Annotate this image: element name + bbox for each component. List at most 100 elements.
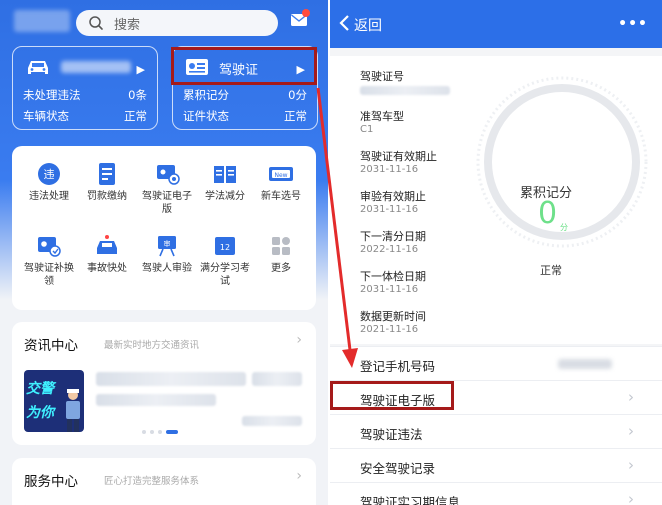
service-study[interactable]: 学法减分	[196, 162, 254, 203]
field-label: 下一清分日期	[360, 230, 426, 243]
service-label: 罚款缴纳	[87, 191, 127, 202]
points-value: 0分	[288, 88, 307, 102]
service-label: 新车选号	[261, 191, 301, 202]
field-value: 2022-11-16	[360, 244, 419, 255]
more-menu-icon[interactable]: •••	[618, 16, 648, 32]
field-label: 驾驶证号	[360, 70, 404, 83]
chevron-right-icon: ›	[296, 332, 302, 348]
violation-icon: 违	[38, 163, 60, 185]
menu-probation[interactable]: 驾驶证实习期信息 ›	[330, 482, 662, 505]
field-label: 驾驶证有效期止	[360, 150, 437, 163]
chevron-right-icon: ›	[628, 388, 634, 406]
svg-text:12: 12	[220, 243, 230, 252]
service-center-title: 服务中心	[24, 474, 78, 490]
license-status-label: 证件状态	[183, 109, 229, 123]
news-subtitle: 最新实时地方交通资讯	[104, 340, 200, 351]
violations-label: 未处理违法	[23, 88, 81, 102]
carousel-indicator	[142, 430, 178, 434]
thumbnail-text: 交警	[26, 381, 54, 397]
service-label: 驾驶证电子版	[142, 191, 192, 215]
highlight-box-e-license	[330, 381, 454, 410]
field-value: C1	[360, 124, 374, 135]
menu-violations[interactable]: 驾驶证违法 ›	[330, 414, 662, 448]
more-icon	[272, 237, 290, 255]
field-label: 下一体检日期	[360, 270, 426, 283]
service-grid: 违 违法处理 罚款缴纳 驾驶证电子版 学法减分 New 新车选号 驾驶证补换领 …	[12, 146, 316, 310]
highlight-box-license	[171, 47, 317, 85]
chevron-right-icon: ▶	[136, 63, 145, 76]
police-figure-icon	[66, 389, 80, 432]
field-value: 2031-11-16	[360, 284, 419, 295]
license-renew-icon	[38, 237, 61, 257]
service-exam[interactable]: 12 满分学习考试	[196, 234, 254, 288]
service-label: 学法减分	[205, 191, 245, 202]
top-bar: 搜索	[0, 0, 328, 44]
license-detail-screen: 返回 ••• 驾驶证号 准驾车型 C1 驾驶证有效期止 2031-11-16 审…	[330, 0, 662, 505]
service-violation[interactable]: 违 违法处理	[20, 162, 78, 203]
service-label: 更多	[271, 263, 291, 274]
svg-text:审: 审	[164, 239, 171, 248]
menu-safe-driving[interactable]: 安全驾驶记录 ›	[330, 448, 662, 482]
fine-icon	[99, 163, 115, 185]
chevron-right-icon: ›	[628, 456, 634, 474]
service-accident[interactable]: 事故快处	[78, 234, 136, 275]
service-center-subtitle: 匠心打造完整服务体系	[104, 476, 200, 487]
vehicle-status-value: 正常	[124, 109, 147, 123]
chevron-right-icon: ›	[628, 490, 634, 505]
search-input[interactable]: 搜索	[76, 10, 278, 36]
gauge-status: 正常	[540, 264, 562, 277]
menu-label: 登记手机号码	[360, 359, 436, 374]
location-blurred	[14, 10, 70, 32]
news-title: 资讯中心	[24, 338, 78, 354]
back-button[interactable]: 返回	[354, 15, 382, 35]
license-number-blurred	[360, 86, 450, 95]
news-center[interactable]: 资讯中心 最新实时地方交通资讯 › 交警 为你	[12, 322, 316, 445]
license-status-value: 正常	[284, 109, 307, 123]
phone-number-blurred	[558, 359, 612, 369]
news-headline-blurred	[96, 394, 216, 406]
service-new-plate[interactable]: New 新车选号	[252, 162, 310, 203]
notification-badge	[302, 9, 310, 17]
news-headline-blurred	[96, 372, 246, 386]
menu-label: 驾驶证实习期信息	[360, 495, 461, 505]
field-value: 2021-11-16	[360, 324, 419, 335]
service-driver-review[interactable]: 审 驾驶人审验	[138, 234, 196, 275]
service-label: 驾驶人审验	[142, 263, 192, 274]
field-label: 准驾车型	[360, 110, 404, 123]
driver-review-icon: 审	[158, 236, 176, 257]
service-label: 驾驶证补换领	[24, 263, 74, 287]
home-screen: 搜索 ▶ 未处理违法 0条 车辆状态 正常 驾驶证 ▶ 累积记分 0分 证件状态…	[0, 0, 328, 505]
search-icon	[89, 16, 103, 30]
plate-number-blurred	[61, 61, 131, 73]
vehicle-status-label: 车辆状态	[23, 109, 69, 123]
service-e-license[interactable]: 驾驶证电子版	[138, 162, 196, 216]
news-thumbnail[interactable]: 交警 为你	[24, 370, 84, 432]
violations-value: 0条	[128, 88, 147, 102]
new-plate-icon: New	[269, 167, 293, 181]
svg-text:New: New	[274, 172, 287, 179]
chevron-right-icon: ›	[628, 422, 634, 440]
menu-label: 驾驶证违法	[360, 427, 423, 442]
service-more[interactable]: 更多	[252, 234, 310, 275]
service-center[interactable]: 服务中心 匠心打造完整服务体系 ›	[12, 458, 316, 505]
field-value: 2031-11-16	[360, 204, 419, 215]
service-label: 违法处理	[29, 191, 69, 202]
study-icon	[214, 166, 236, 183]
field-value: 2031-11-16	[360, 164, 419, 175]
service-fine[interactable]: 罚款缴纳	[78, 162, 136, 203]
service-license-renew[interactable]: 驾驶证补换领	[20, 234, 78, 288]
service-label: 满分学习考试	[200, 263, 250, 287]
back-arrow-icon[interactable]	[338, 14, 350, 32]
svg-text:违: 违	[44, 168, 55, 181]
chevron-right-icon: ›	[296, 468, 302, 484]
menu-phone[interactable]: 登记手机号码	[330, 346, 662, 380]
exam-icon: 12	[215, 237, 235, 255]
gauge-value: 0	[538, 196, 558, 231]
news-date-blurred	[242, 416, 302, 426]
vehicle-card[interactable]: ▶ 未处理违法 0条 车辆状态 正常	[12, 46, 158, 130]
car-icon	[28, 61, 48, 74]
gauge-unit: 分	[560, 223, 568, 232]
e-license-icon	[157, 165, 180, 185]
nav-bar: 返回 •••	[330, 0, 662, 48]
points-label: 累积记分	[183, 88, 229, 102]
